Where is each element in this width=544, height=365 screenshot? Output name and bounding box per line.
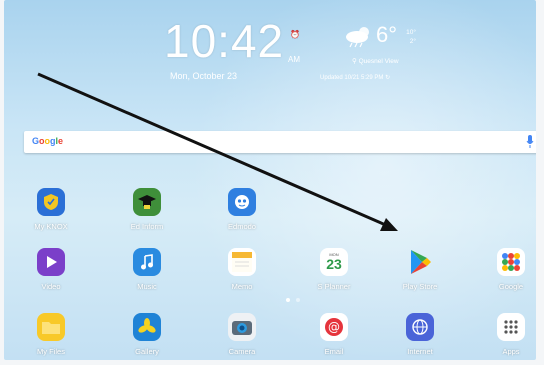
page-dot-active bbox=[286, 298, 290, 302]
app-label: S Planner bbox=[317, 282, 351, 291]
app-google[interactable]: Google bbox=[476, 248, 536, 291]
app-label: Gallery bbox=[135, 347, 159, 356]
google-folder-icon bbox=[497, 248, 525, 276]
clock-date: Mon, October 23 bbox=[170, 71, 238, 81]
play-icon bbox=[37, 248, 65, 276]
app-video[interactable]: Video bbox=[16, 248, 86, 291]
weather-updated: Updated 10/21 5:29 PM ↻ bbox=[320, 74, 390, 81]
weather-location: ⚲ Quesnel View bbox=[352, 57, 399, 65]
app-my-files[interactable]: My Files bbox=[16, 313, 86, 356]
location-pin-icon: ⚲ bbox=[352, 58, 357, 65]
camera-icon bbox=[228, 313, 256, 341]
app-s-planner[interactable]: MON 23 S Planner bbox=[299, 248, 369, 291]
google-logo: Google bbox=[32, 136, 64, 146]
svg-text:@: @ bbox=[328, 320, 340, 334]
weather-low: 2° bbox=[409, 38, 416, 45]
alarm-icon: ⏰ bbox=[290, 30, 300, 39]
app-label: Internet bbox=[407, 347, 433, 356]
page-dot bbox=[296, 298, 300, 302]
app-my-knox[interactable]: My KNOX bbox=[16, 188, 86, 231]
refresh-icon[interactable]: ↻ bbox=[385, 75, 390, 81]
app-camera[interactable]: Camera bbox=[207, 313, 277, 356]
gallery-flower-icon bbox=[133, 313, 161, 341]
app-music[interactable]: Music bbox=[112, 248, 182, 291]
app-label: Play Store bbox=[402, 282, 438, 291]
app-apps[interactable]: Apps bbox=[476, 313, 536, 356]
google-search-bar[interactable]: Google bbox=[24, 131, 536, 153]
app-email[interactable]: @ Email bbox=[299, 313, 369, 356]
calendar-day: 23 bbox=[326, 256, 342, 272]
app-label: Camera bbox=[228, 347, 256, 356]
app-label: Ed Inform bbox=[130, 222, 164, 231]
app-label: Music bbox=[137, 282, 157, 291]
app-gallery[interactable]: Gallery bbox=[112, 313, 182, 356]
globe-icon bbox=[406, 313, 434, 341]
clock-time[interactable]: 10:42 bbox=[164, 14, 284, 68]
mic-icon[interactable] bbox=[526, 135, 534, 148]
music-note-icon bbox=[133, 248, 161, 276]
app-label: My KNOX bbox=[34, 222, 68, 231]
weather-location-label: Quesnel View bbox=[358, 58, 399, 65]
play-store-icon bbox=[406, 248, 434, 276]
memo-icon bbox=[228, 248, 256, 276]
app-internet[interactable]: Internet bbox=[385, 313, 455, 356]
email-at-icon: @ bbox=[320, 313, 348, 341]
app-label: Email bbox=[324, 347, 344, 356]
weather-high: 10° bbox=[406, 29, 416, 36]
graduation-cap-icon bbox=[133, 188, 161, 216]
app-edmodo[interactable]: Edmodo bbox=[207, 188, 277, 231]
app-label: Google bbox=[498, 282, 524, 291]
app-label: Memo bbox=[231, 282, 253, 291]
calendar-icon: MON 23 bbox=[320, 248, 348, 276]
app-play-store[interactable]: Play Store bbox=[385, 248, 455, 291]
clock-ampm: AM bbox=[288, 55, 300, 64]
app-label: Edmodo bbox=[228, 222, 256, 231]
app-label: My Files bbox=[37, 347, 65, 356]
folder-icon bbox=[37, 313, 65, 341]
app-memo[interactable]: Memo bbox=[207, 248, 277, 291]
home-screen: 10:42 ⏰ AM Mon, October 23 6° 10° 2° ⚲ Q… bbox=[4, 0, 536, 360]
app-label: Apps bbox=[502, 347, 520, 356]
knox-shield-icon bbox=[37, 188, 65, 216]
apps-grid-icon bbox=[497, 313, 525, 341]
weather-updated-label: Updated 10/21 5:29 PM bbox=[320, 75, 384, 81]
app-label: Video bbox=[41, 282, 61, 291]
cloud-rain-icon[interactable] bbox=[344, 26, 374, 48]
edmodo-face-icon bbox=[228, 188, 256, 216]
weather-range: 10° 2° bbox=[394, 28, 416, 46]
page-indicator[interactable] bbox=[284, 297, 304, 303]
app-ed-inform[interactable]: Ed Inform bbox=[112, 188, 182, 231]
